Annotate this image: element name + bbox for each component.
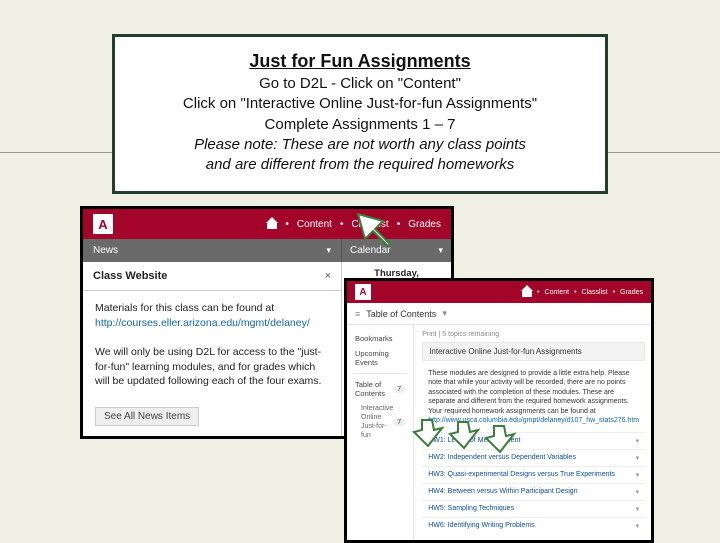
hw-title: HW2: Independent versus Dependent Variab… <box>428 454 576 461</box>
module-description-text: These modules are designed to provide a … <box>428 370 629 415</box>
hw-row: HW1: Levels of Measurement ▾ <box>422 432 645 449</box>
nav-grades: Grades <box>620 289 643 296</box>
count-badge: 7 <box>393 386 405 393</box>
nav-content: Content <box>545 289 570 296</box>
instruction-line-3: Complete Assignments 1 – 7 <box>133 115 587 135</box>
topbar-nav: • Content • Classlist • Grades <box>267 219 441 230</box>
hw-title: HW6: Identifying Writing Problems <box>428 522 534 529</box>
hw-title: HW3: Quasi-experimental Designs versus T… <box>428 471 615 478</box>
chevron-down-icon: ▾ <box>326 245 331 256</box>
hw-title: HW1: Levels of Measurement <box>428 437 520 444</box>
module-description: These modules are designed to provide a … <box>422 365 645 432</box>
calendar-label: Calendar <box>350 245 391 256</box>
toc-row: ≡ Table of Contents ▾ <box>347 303 651 325</box>
nav-classlist: Classlist <box>351 219 388 230</box>
hw-title: HW4: Between versus Within Participant D… <box>428 488 577 495</box>
chevron-down-icon: ▾ <box>636 471 640 479</box>
news-header: News ▾ <box>83 239 341 262</box>
nav-separator: • <box>574 289 576 296</box>
news-column: Class Website × Materials for this class… <box>83 262 341 436</box>
toc-label: Table of Contents <box>366 309 436 319</box>
chevron-down-icon: ▾ <box>636 488 640 496</box>
module-description-link: http://www.usca.columbia.edu/gmpt/delane… <box>428 416 639 425</box>
section-header-row: News ▾ Calendar ▾ <box>83 239 451 262</box>
module-heading: Interactive Online Just-for-fun Assignme… <box>422 342 645 361</box>
sidebar-item-toc: Table of Contents 7 <box>353 377 407 401</box>
nav-separator: • <box>397 219 401 230</box>
nav-separator: • <box>340 219 344 230</box>
count-badge: 7 <box>393 419 405 426</box>
d2l-content-screenshot: • Content • Classlist • Grades ≡ Table o… <box>344 278 654 543</box>
class-website-bar: Class Website × <box>83 262 341 291</box>
content-sidebar: Bookmarks Upcoming Events Table of Conte… <box>347 325 414 540</box>
content-crumb: Print | 5 topics remaining <box>422 331 645 338</box>
instruction-note-1: Please note: These are not worth any cla… <box>133 135 587 155</box>
sidebar-item-bookmarks: Bookmarks <box>353 331 407 346</box>
home-icon <box>522 287 532 297</box>
topbar: • Content • Classlist • Grades <box>347 281 651 303</box>
content-main: Print | 5 topics remaining Interactive O… <box>414 325 653 540</box>
instruction-line-2: Click on "Interactive Online Just-for-fu… <box>133 94 587 114</box>
sidebar-label: Interactive Online Just-for-fun <box>355 404 393 440</box>
sidebar-item-upcoming: Upcoming Events <box>353 346 407 370</box>
chevron-down-icon: ▾ <box>636 454 640 462</box>
instruction-title: Just for Fun Assignments <box>133 51 587 72</box>
nav-content: Content <box>297 219 332 230</box>
ua-logo-icon <box>355 284 371 300</box>
class-website-title: Class Website <box>93 270 167 282</box>
chevron-down-icon: ▾ <box>438 245 443 256</box>
chevron-down-icon: ▾ <box>636 437 640 445</box>
see-all-button: See All News Items <box>95 407 199 426</box>
hw-row: HW6: Identifying Writing Problems ▾ <box>422 517 645 534</box>
hw-row: HW2: Independent versus Dependent Variab… <box>422 449 645 466</box>
sidebar-label: Table of Contents <box>355 380 393 398</box>
hw-title: HW5: Sampling Techniques <box>428 505 514 512</box>
close-icon: × <box>325 270 331 282</box>
sidebar-label: Upcoming Events <box>355 349 405 367</box>
chevron-down-icon: ▾ <box>636 522 640 530</box>
ua-logo-icon <box>93 214 113 234</box>
sidebar-divider <box>353 373 407 374</box>
chevron-down-icon: ▾ <box>636 505 640 513</box>
chevron-down-icon: ▾ <box>442 308 447 319</box>
hw-row: HW3: Quasi-experimental Designs versus T… <box>422 466 645 483</box>
topbar: • Content • Classlist • Grades <box>83 209 451 239</box>
nav-separator: • <box>285 219 289 230</box>
menu-icon: ≡ <box>355 309 360 319</box>
sidebar-label: Bookmarks <box>355 334 393 343</box>
content-body: Bookmarks Upcoming Events Table of Conte… <box>347 325 651 540</box>
instruction-note-2: and are different from the required home… <box>133 155 587 175</box>
news-text-1: Materials for this class can be found at <box>95 301 329 316</box>
home-icon <box>267 219 277 229</box>
nav-grades: Grades <box>408 219 441 230</box>
news-label: News <box>93 245 118 256</box>
nav-classlist: Classlist <box>582 289 608 296</box>
news-body: Materials for this class can be found at… <box>83 291 341 403</box>
topbar-nav: • Content • Classlist • Grades <box>522 287 643 297</box>
instruction-line-1: Go to D2L - Click on "Content" <box>133 74 587 94</box>
calendar-header: Calendar ▾ <box>341 239 451 262</box>
hw-row: HW4: Between versus Within Participant D… <box>422 483 645 500</box>
nav-separator: • <box>613 289 615 296</box>
nav-separator: • <box>537 289 539 296</box>
news-link: http://courses.eller.arizona.edu/mgmt/de… <box>95 316 329 331</box>
see-all-wrap: See All News Items <box>83 403 341 436</box>
instruction-box: Just for Fun Assignments Go to D2L - Cli… <box>112 34 608 194</box>
news-text-2: We will only be using D2L for access to … <box>95 345 329 389</box>
sidebar-item-module: Interactive Online Just-for-fun 7 <box>353 401 407 443</box>
hw-row: HW5: Sampling Techniques ▾ <box>422 500 645 517</box>
